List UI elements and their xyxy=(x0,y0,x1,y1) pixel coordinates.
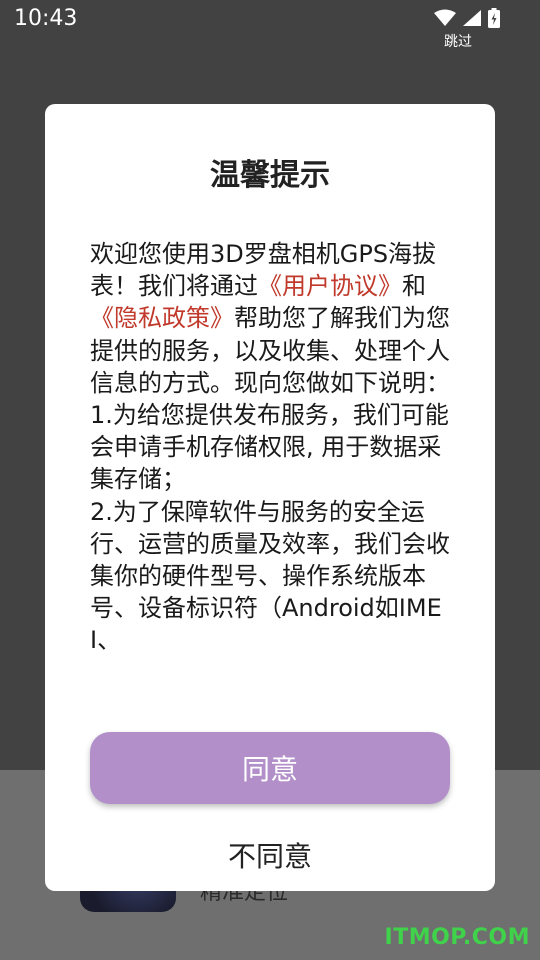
dialog-body: 欢迎您使用3D罗盘相机GPS海拔表！我们将通过《用户协议》和《隐私政策》帮助您了… xyxy=(90,238,450,688)
conjunction: 和 xyxy=(402,272,426,301)
wifi-icon xyxy=(434,9,456,26)
notice-item-2: 2.为了保障软件与服务的安全运行、运营的质量及效率，我们会收集你的硬件型号、操作… xyxy=(90,497,450,655)
user-agreement-link[interactable]: 《用户协议》 xyxy=(258,272,402,300)
dialog-title: 温馨提示 xyxy=(210,158,330,193)
status-icons xyxy=(434,8,500,28)
watermark: ITMOP.COM xyxy=(384,925,530,950)
status-bar: 10:43 跳过 xyxy=(0,0,540,50)
status-time: 10:43 xyxy=(14,6,78,31)
battery-icon xyxy=(488,8,500,28)
notice-item-1: 1.为给您提供发布服务，我们可能会申请手机存储权限, 用于数据采集存储； xyxy=(90,401,449,494)
disagree-button[interactable]: 不同意 xyxy=(90,830,450,880)
skip-button[interactable]: 跳过 xyxy=(444,31,472,51)
agree-button[interactable]: 同意 xyxy=(90,732,450,804)
signal-icon xyxy=(463,10,481,26)
privacy-policy-link[interactable]: 《隐私政策》 xyxy=(90,304,234,332)
